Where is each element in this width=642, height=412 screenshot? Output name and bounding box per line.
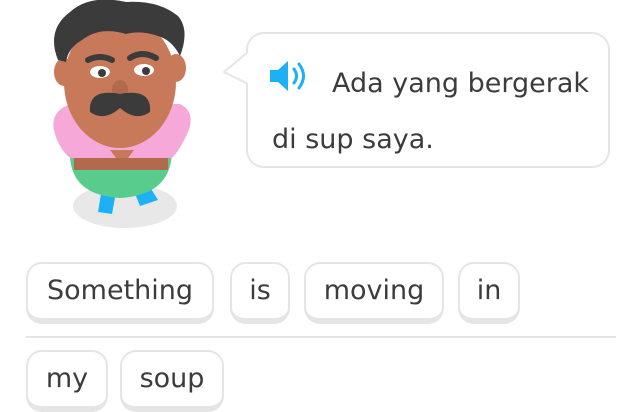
- word-tile-something[interactable]: Something: [26, 262, 214, 324]
- word-tile-is[interactable]: is: [230, 262, 290, 324]
- word-tile-soup[interactable]: soup: [120, 350, 224, 412]
- word-tile-my[interactable]: my: [26, 350, 108, 412]
- word-tile-moving[interactable]: moving: [304, 262, 444, 324]
- prompt-text: Ada yang bergerak di sup saya.: [272, 68, 590, 155]
- speech-bubble-tail: [223, 51, 252, 85]
- character-illustration: [40, 0, 200, 236]
- word-tile-in[interactable]: in: [458, 262, 520, 324]
- answer-line-divider: [26, 336, 616, 338]
